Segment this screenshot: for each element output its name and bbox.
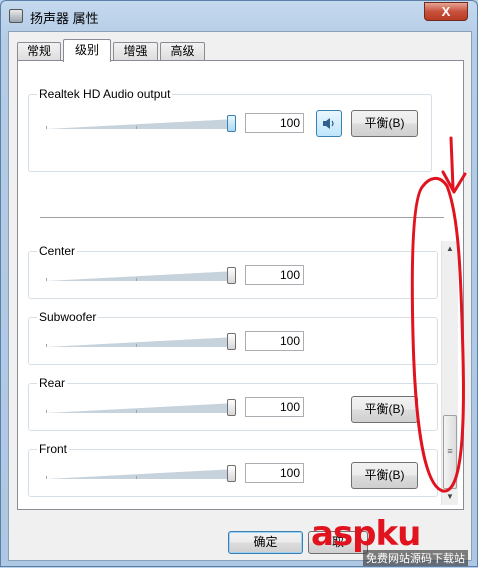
slider-tick bbox=[46, 410, 47, 413]
levels-panel: Realtek HD Audio output 100 平衡(B) Center… bbox=[17, 60, 464, 510]
front-volume-input[interactable]: 100 bbox=[245, 463, 304, 483]
title-bar[interactable]: 扬声器 属性 X bbox=[1, 1, 477, 31]
slider-tick bbox=[136, 278, 137, 281]
speaker-app-icon bbox=[9, 9, 23, 23]
slider-tick bbox=[46, 278, 47, 281]
tab-enhancements[interactable]: 增强 bbox=[113, 42, 158, 61]
channel-label: Center bbox=[37, 244, 78, 258]
slider-thumb[interactable] bbox=[227, 115, 236, 132]
channel-label: Subwoofer bbox=[37, 310, 99, 324]
slider-track bbox=[46, 403, 236, 413]
rear-balance-button[interactable]: 平衡(B) bbox=[351, 396, 418, 423]
channel-list-scrollbar[interactable]: ▲ ≡ ▼ bbox=[441, 241, 458, 505]
tab-general[interactable]: 常规 bbox=[17, 42, 61, 61]
channel-label: Rear bbox=[37, 376, 68, 390]
master-volume-input[interactable]: 100 bbox=[245, 113, 304, 133]
channel-subwoofer: Subwoofer 100 bbox=[28, 310, 438, 365]
master-device-label: Realtek HD Audio output bbox=[37, 87, 173, 101]
slider-tick bbox=[136, 126, 137, 129]
close-button[interactable]: X bbox=[424, 2, 468, 21]
slider-tick bbox=[136, 410, 137, 413]
site-watermark: aspku 免费网站源码下载站 bbox=[311, 514, 478, 568]
tab-levels[interactable]: 级别 bbox=[63, 39, 111, 62]
speaker-properties-window: 扬声器 属性 X 常规 级别 增强 高级 Realtek HD Audio ou… bbox=[0, 0, 478, 567]
subwoofer-volume-input[interactable]: 100 bbox=[245, 331, 304, 351]
channel-rear: Rear 100 平衡(B) bbox=[28, 376, 438, 431]
dialog-client-area: 常规 级别 增强 高级 Realtek HD Audio output 100 bbox=[8, 31, 472, 561]
rear-volume-slider[interactable] bbox=[46, 399, 236, 417]
slider-tick bbox=[136, 476, 137, 479]
watermark-subtitle: 免费网站源码下载站 bbox=[363, 550, 468, 566]
channel-center: Center 100 bbox=[28, 244, 438, 299]
rear-volume-input[interactable]: 100 bbox=[245, 397, 304, 417]
slider-thumb[interactable] bbox=[227, 267, 236, 284]
tab-advanced[interactable]: 高级 bbox=[160, 42, 205, 61]
slider-tick bbox=[136, 344, 137, 347]
subwoofer-volume-slider[interactable] bbox=[46, 333, 236, 351]
master-volume-group: Realtek HD Audio output 100 平衡(B) bbox=[28, 87, 432, 172]
slider-tick bbox=[46, 476, 47, 479]
slider-track bbox=[46, 469, 236, 479]
slider-track bbox=[46, 119, 236, 129]
scroll-down-arrow-icon[interactable]: ▼ bbox=[442, 489, 458, 505]
slider-thumb[interactable] bbox=[227, 333, 236, 350]
slider-thumb[interactable] bbox=[227, 465, 236, 482]
slider-thumb[interactable] bbox=[227, 399, 236, 416]
speaker-icon bbox=[323, 118, 334, 129]
master-volume-slider[interactable] bbox=[46, 115, 236, 133]
center-volume-slider[interactable] bbox=[46, 267, 236, 285]
front-volume-slider[interactable] bbox=[46, 465, 236, 483]
slider-track bbox=[46, 337, 236, 347]
center-volume-input[interactable]: 100 bbox=[245, 265, 304, 285]
ok-button[interactable]: 确定 bbox=[228, 531, 303, 554]
master-balance-button[interactable]: 平衡(B) bbox=[351, 110, 418, 137]
section-divider bbox=[40, 217, 444, 219]
front-balance-button[interactable]: 平衡(B) bbox=[351, 462, 418, 489]
slider-tick bbox=[46, 344, 47, 347]
slider-track bbox=[46, 271, 236, 281]
scroll-up-arrow-icon[interactable]: ▲ bbox=[442, 241, 458, 257]
mute-toggle-button[interactable] bbox=[316, 110, 342, 137]
scroll-thumb[interactable]: ≡ bbox=[443, 415, 457, 489]
channel-label: Front bbox=[37, 442, 70, 456]
channel-front: Front 100 平衡(B) bbox=[28, 442, 438, 497]
slider-tick bbox=[46, 126, 47, 129]
watermark-logo-text: aspku bbox=[311, 514, 421, 554]
window-title: 扬声器 属性 bbox=[30, 11, 99, 26]
